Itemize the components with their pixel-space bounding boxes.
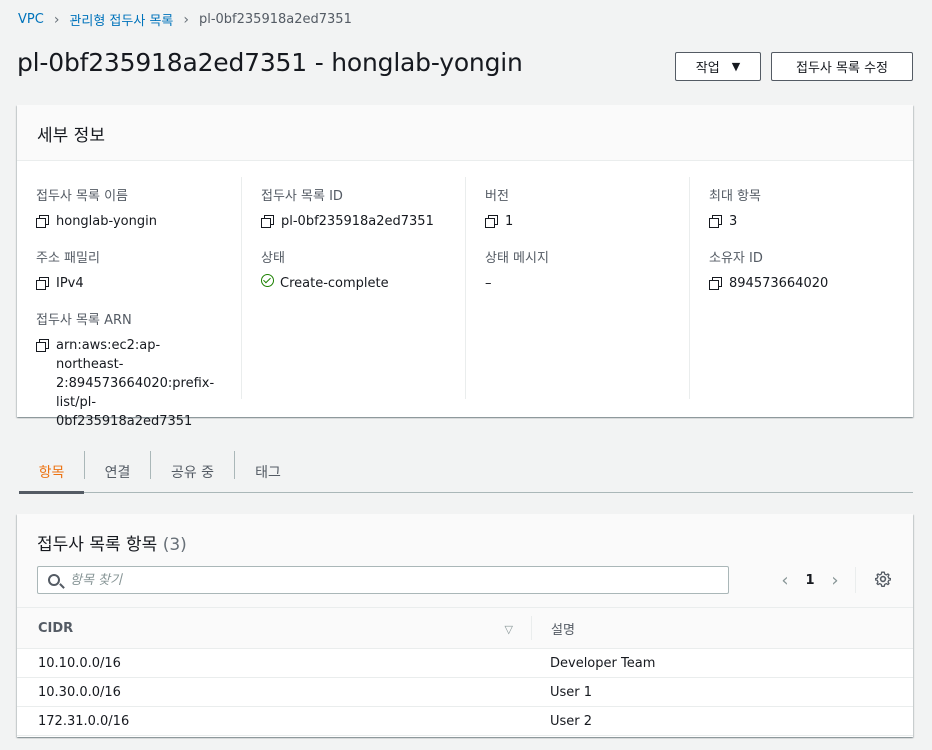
cidr-cell: 10.10.0.0/16 bbox=[38, 655, 121, 671]
copy-icon[interactable] bbox=[36, 215, 49, 228]
status-success-icon bbox=[261, 274, 274, 287]
tab-tags[interactable]: 태그 bbox=[235, 450, 301, 493]
search-input[interactable] bbox=[70, 572, 670, 588]
details-panel: 세부 정보 접두사 목록 이름 honglab-yongin 주소 패밀리 IP… bbox=[17, 105, 913, 429]
state-message-field: 상태 메시지 – bbox=[485, 247, 549, 293]
field-value: arn:aws:ec2:ap-northeast-2:894573664020:… bbox=[56, 338, 215, 429]
field-value: 894573664020 bbox=[729, 276, 829, 291]
field-label: 주소 패밀리 bbox=[36, 251, 100, 266]
prefix-list-arn-field: 접두사 목록 ARN arn:aws:ec2:ap-northeast-2:89… bbox=[36, 309, 226, 431]
table-header: CIDR ▽ 설명 bbox=[17, 608, 913, 649]
field-label: 상태 bbox=[261, 251, 285, 266]
edit-prefix-list-button[interactable]: 접두사 목록 수정 bbox=[771, 52, 913, 81]
tab-entries[interactable]: 항목 bbox=[19, 450, 84, 494]
field-value: honglab-yongin bbox=[56, 214, 157, 229]
field-label: 소유자 ID bbox=[709, 251, 763, 266]
max-entries-field: 최대 항목 3 bbox=[709, 185, 761, 231]
entries-header: 접두사 목록 항목 (3) ‹ 1 › bbox=[17, 514, 913, 608]
field-value: 1 bbox=[505, 214, 514, 229]
search-icon bbox=[48, 574, 60, 586]
cidr-cell: 172.31.0.0/16 bbox=[38, 713, 130, 729]
actions-dropdown-button[interactable]: 작업 ▼ bbox=[675, 52, 761, 81]
details-title: 세부 정보 bbox=[17, 105, 913, 161]
field-value: pl-0bf235918a2ed7351 bbox=[281, 214, 434, 229]
copy-icon[interactable] bbox=[485, 215, 498, 228]
field-label: 상태 메시지 bbox=[485, 251, 549, 266]
sort-caret-icon[interactable]: ▽ bbox=[505, 623, 513, 636]
details-column-3: 버전 1 상태 메시지 – bbox=[465, 177, 689, 399]
caret-down-icon: ▼ bbox=[731, 60, 741, 73]
chevron-right-icon: › bbox=[183, 11, 189, 28]
description-cell: Developer Team bbox=[550, 655, 656, 671]
details-column-2: 접두사 목록 ID pl-0bf235918a2ed7351 상태 Create… bbox=[241, 177, 465, 399]
table-row: 10.30.0.0/16 User 1 bbox=[17, 678, 913, 707]
pagination: ‹ 1 › bbox=[775, 567, 856, 593]
entries-title-text: 접두사 목록 항목 bbox=[37, 535, 158, 555]
gear-icon[interactable] bbox=[875, 571, 891, 587]
breadcrumb-vpc-link[interactable]: VPC bbox=[18, 12, 44, 27]
breadcrumb-managed-prefix-lists-link[interactable]: 관리형 접두사 목록 bbox=[69, 10, 173, 29]
copy-icon[interactable] bbox=[36, 277, 49, 290]
status-value: Create-complete bbox=[280, 276, 389, 291]
field-label: 접두사 목록 ID bbox=[261, 189, 343, 204]
cidr-cell: 10.30.0.0/16 bbox=[38, 684, 121, 700]
prefix-list-name-field: 접두사 목록 이름 honglab-yongin bbox=[36, 185, 157, 231]
actions-label: 작업 bbox=[695, 61, 720, 76]
chevron-left-icon[interactable]: ‹ bbox=[775, 570, 795, 591]
entries-panel: 접두사 목록 항목 (3) ‹ 1 › CIDR ▽ 설명 10.10.0.0/… bbox=[17, 514, 913, 737]
tab-associations[interactable]: 연결 bbox=[85, 450, 150, 493]
column-header-description[interactable]: 설명 bbox=[531, 616, 575, 640]
owner-id-field: 소유자 ID 894573664020 bbox=[709, 247, 828, 293]
column-header-label: CIDR bbox=[38, 620, 74, 636]
tab-bar: 항목 연결 공유 중 태그 bbox=[19, 450, 913, 494]
breadcrumb-current: pl-0bf235918a2ed7351 bbox=[198, 12, 352, 27]
chevron-right-icon: › bbox=[53, 11, 60, 28]
copy-icon[interactable] bbox=[709, 215, 722, 228]
page-title: pl-0bf235918a2ed7351 - honglab-yongin bbox=[17, 48, 523, 77]
search-box[interactable] bbox=[37, 566, 729, 594]
tab-sharing[interactable]: 공유 중 bbox=[151, 450, 234, 493]
entries-title: 접두사 목록 항목 (3) bbox=[37, 530, 187, 555]
version-field: 버전 1 bbox=[485, 185, 513, 231]
field-label: 최대 항목 bbox=[709, 189, 761, 204]
state-field: 상태 Create-complete bbox=[261, 247, 389, 293]
prefix-list-id-field: 접두사 목록 ID pl-0bf235918a2ed7351 bbox=[261, 185, 434, 231]
column-header-cidr[interactable]: CIDR ▽ bbox=[17, 608, 531, 648]
table-row: 10.10.0.0/16 Developer Team bbox=[17, 649, 913, 678]
description-cell: User 1 bbox=[550, 684, 593, 700]
copy-icon[interactable] bbox=[36, 339, 49, 352]
field-value: – bbox=[485, 276, 492, 291]
field-value: IPv4 bbox=[56, 276, 84, 291]
page-number[interactable]: 1 bbox=[795, 573, 825, 588]
field-value: 3 bbox=[729, 214, 738, 229]
chevron-right-icon[interactable]: › bbox=[825, 570, 845, 591]
field-label: 버전 bbox=[485, 189, 509, 204]
copy-icon[interactable] bbox=[709, 277, 722, 290]
entries-count: (3) bbox=[162, 535, 187, 555]
description-cell: User 2 bbox=[550, 713, 593, 729]
breadcrumb: VPC › 관리형 접두사 목록 › pl-0bf235918a2ed7351 bbox=[18, 10, 352, 30]
copy-icon[interactable] bbox=[261, 215, 274, 228]
details-column-4: 최대 항목 3 소유자 ID 894573664020 bbox=[689, 177, 913, 399]
field-label: 접두사 목록 ARN bbox=[36, 313, 132, 328]
table-row: 172.31.0.0/16 User 2 bbox=[17, 707, 913, 736]
address-family-field: 주소 패밀리 IPv4 bbox=[36, 247, 100, 293]
pager-divider bbox=[855, 567, 856, 593]
field-label: 접두사 목록 이름 bbox=[36, 189, 128, 204]
details-column-1: 접두사 목록 이름 honglab-yongin 주소 패밀리 IPv4 접두사… bbox=[17, 177, 241, 429]
